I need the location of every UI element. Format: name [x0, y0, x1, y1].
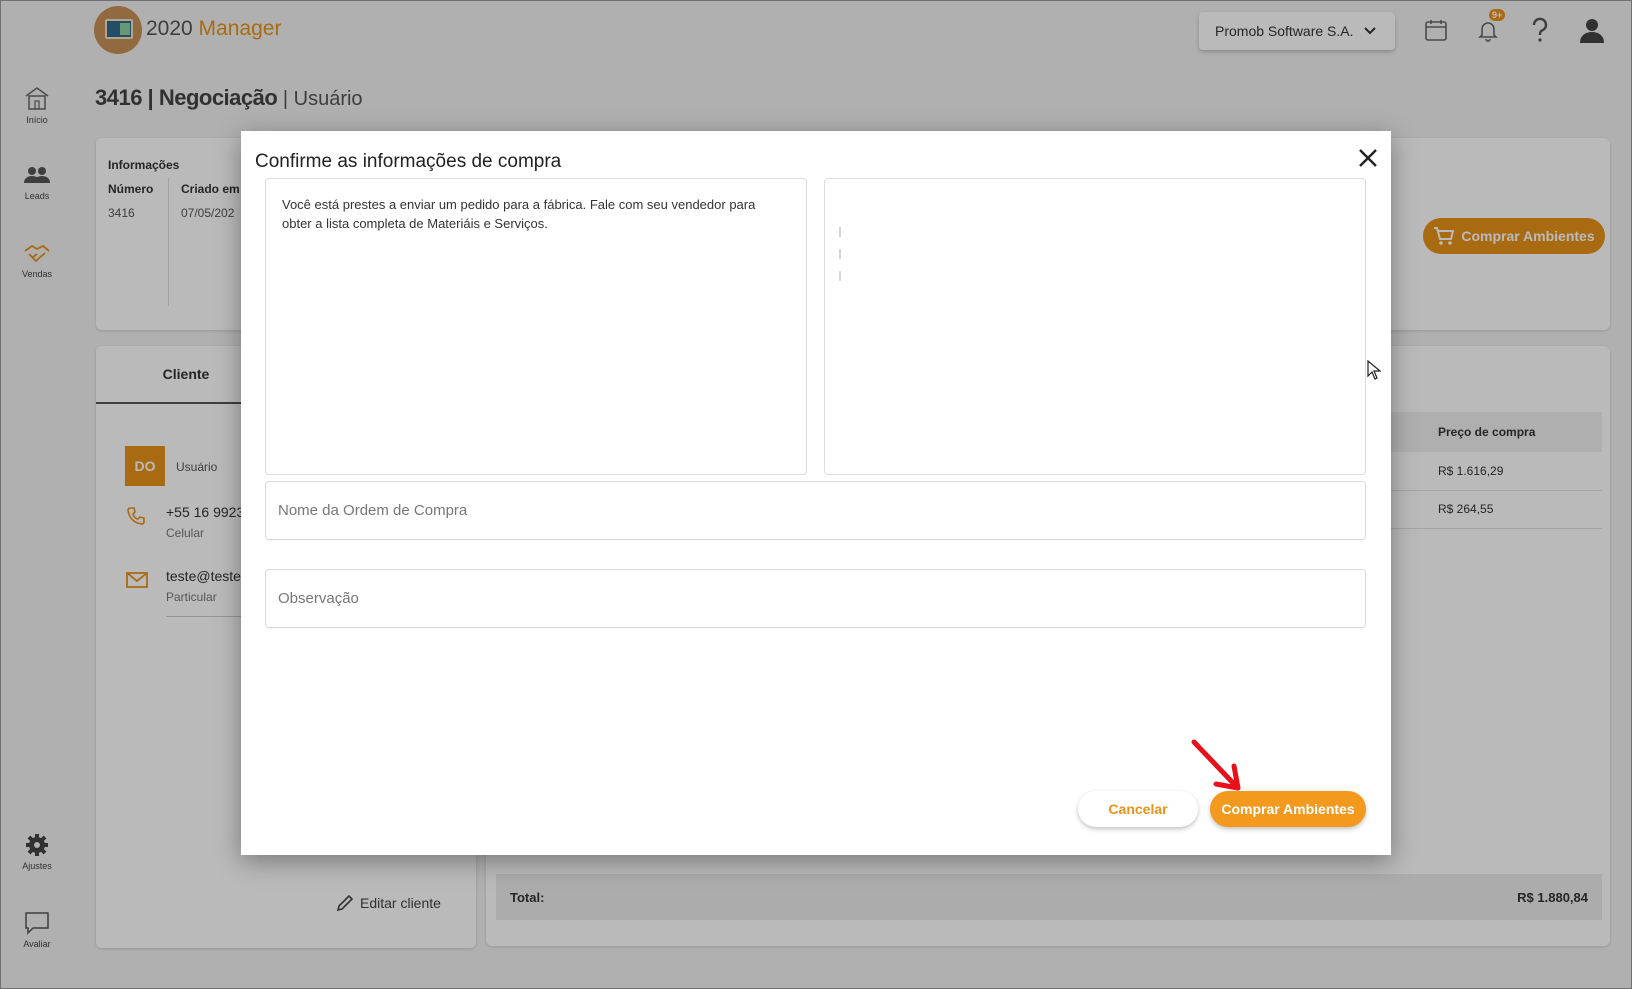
observation-input[interactable] — [266, 570, 1365, 627]
preview-mark — [839, 249, 841, 259]
preview-mark — [839, 271, 841, 281]
dialog-message: Você está prestes a enviar um pedido par… — [282, 197, 756, 231]
close-icon — [1359, 149, 1377, 167]
mouse-cursor-icon — [1367, 360, 1381, 380]
observation-field[interactable] — [265, 569, 1366, 628]
order-name-input[interactable] — [266, 482, 1365, 539]
dialog-title: Confirme as informações de compra — [255, 151, 562, 172]
order-name-field[interactable] — [265, 481, 1366, 540]
cancel-button[interactable]: Cancelar — [1078, 791, 1198, 827]
close-button[interactable] — [1353, 143, 1383, 173]
annotation-arrow-icon — [1191, 739, 1241, 791]
message-panel: Você está prestes a enviar um pedido par… — [265, 178, 807, 475]
preview-mark — [839, 227, 841, 237]
preview-panel — [824, 178, 1366, 475]
